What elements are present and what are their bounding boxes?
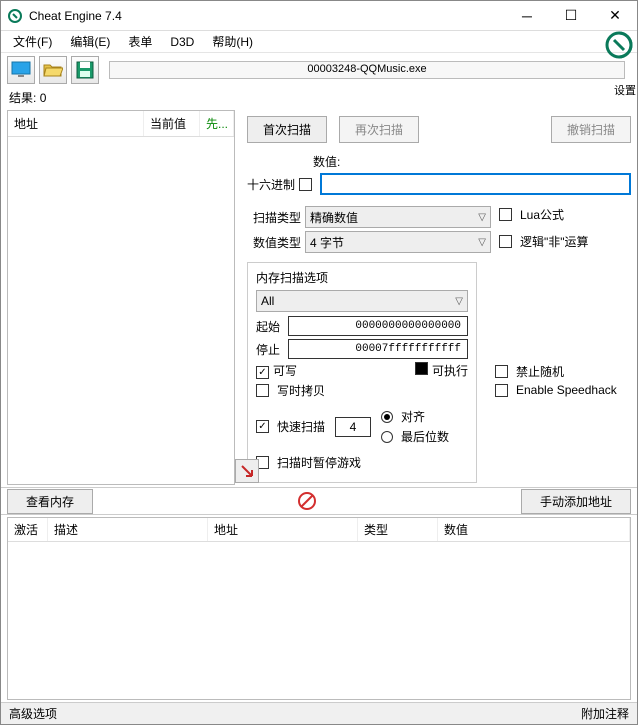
not-checkbox[interactable] xyxy=(499,235,512,248)
pause-game-label: 扫描时暂停游戏 xyxy=(277,454,361,471)
menu-table[interactable]: 表单 xyxy=(120,31,160,52)
speedhack-checkbox[interactable] xyxy=(495,384,508,397)
results-label: 结果: 0 xyxy=(1,87,637,108)
mem-options-label: 内存扫描选项 xyxy=(256,269,468,286)
close-button[interactable]: ✕ xyxy=(593,1,637,30)
open-file-button[interactable] xyxy=(39,56,67,84)
minimize-button[interactable]: ─ xyxy=(505,1,549,30)
monitor-icon xyxy=(11,61,31,79)
not-label: 逻辑"非"运算 xyxy=(520,233,589,250)
writable-checkbox[interactable]: ✓ xyxy=(256,366,269,379)
copy-on-write-label: 写时拷贝 xyxy=(277,382,325,399)
table-extras[interactable]: 附加注释 xyxy=(581,705,629,722)
col-current-value[interactable]: 当前值 xyxy=(144,111,200,136)
process-name: 00003248-QQMusic.exe xyxy=(110,63,624,75)
cheat-table-header: 激活 描述 地址 类型 数值 xyxy=(8,518,630,542)
save-button[interactable] xyxy=(71,56,99,84)
stop-button[interactable] xyxy=(296,490,318,512)
floppy-icon xyxy=(76,61,94,79)
value-input[interactable] xyxy=(320,173,631,195)
chevron-down-icon: ▽ xyxy=(478,212,486,223)
col-previous[interactable]: 先... xyxy=(200,111,234,136)
hex-checkbox[interactable] xyxy=(299,178,312,191)
add-to-list-button[interactable] xyxy=(235,459,259,483)
hex-label: 十六进制 xyxy=(247,176,295,193)
cheat-table[interactable]: 激活 描述 地址 类型 数值 xyxy=(7,517,631,700)
undo-scan-button: 撤销扫描 xyxy=(551,116,631,143)
copy-on-write-checkbox[interactable] xyxy=(256,384,269,397)
menu-help[interactable]: 帮助(H) xyxy=(204,31,261,52)
titlebar: Cheat Engine 7.4 ─ ☐ ✕ xyxy=(1,1,637,31)
main-area: 地址 当前值 先... 首次扫描 再次扫描 撤销扫描 数值: 十六进制 扫描类型 xyxy=(1,108,637,487)
toolbar: 00003248-QQMusic.exe xyxy=(1,53,637,87)
cheat-engine-logo-icon[interactable] xyxy=(604,30,634,60)
folder-open-icon xyxy=(43,61,63,79)
scan-type-label: 扫描类型 xyxy=(247,209,301,226)
memory-scan-options: 内存扫描选项 All ▽ 起始 停止 ✓ 可写 可执行 写时拷贝 xyxy=(247,262,477,483)
last-digits-label: 最后位数 xyxy=(401,428,449,445)
value-type-label: 数值类型 xyxy=(247,234,301,251)
first-scan-button[interactable]: 首次扫描 xyxy=(247,116,327,143)
alignment-radio[interactable] xyxy=(381,411,393,423)
menu-d3d[interactable]: D3D xyxy=(162,33,202,51)
settings-link[interactable]: 设置 xyxy=(614,82,636,98)
menubar: 文件(F) 编辑(E) 表单 D3D 帮助(H) xyxy=(1,31,637,53)
start-address-input[interactable] xyxy=(288,316,468,336)
col-type[interactable]: 类型 xyxy=(358,518,438,541)
results-list[interactable]: 地址 当前值 先... xyxy=(7,110,235,485)
lua-label: Lua公式 xyxy=(520,206,564,223)
executable-label: 可执行 xyxy=(432,364,468,378)
view-memory-button[interactable]: 查看内存 xyxy=(7,489,93,514)
fast-scan-label: 快速扫描 xyxy=(277,418,325,435)
col-address[interactable]: 地址 xyxy=(8,111,144,136)
scan-panel: 首次扫描 再次扫描 撤销扫描 数值: 十六进制 扫描类型 精确数值 ▽ xyxy=(235,108,637,487)
mem-region-select[interactable]: All ▽ xyxy=(256,290,468,312)
fast-scan-checkbox[interactable]: ✓ xyxy=(256,420,269,433)
value-type-select[interactable]: 4 字节 ▽ xyxy=(305,231,491,253)
lua-checkbox[interactable] xyxy=(499,208,512,221)
fast-scan-value[interactable] xyxy=(335,417,371,437)
col-address2[interactable]: 地址 xyxy=(208,518,358,541)
statusbar: 高级选项 附加注释 xyxy=(1,702,637,724)
maximize-button[interactable]: ☐ xyxy=(549,1,593,30)
alignment-label: 对齐 xyxy=(401,408,425,425)
value-label: 数值: xyxy=(313,153,340,170)
writable-label: 可写 xyxy=(273,364,297,378)
manual-add-button[interactable]: 手动添加地址 xyxy=(521,489,631,514)
next-scan-button: 再次扫描 xyxy=(339,116,419,143)
no-random-label: 禁止随机 xyxy=(516,363,564,380)
col-active[interactable]: 激活 xyxy=(8,518,48,541)
executable-checkbox[interactable] xyxy=(415,362,428,375)
process-progress: 00003248-QQMusic.exe xyxy=(109,61,625,79)
no-entry-icon xyxy=(297,491,317,511)
speedhack-label: Enable Speedhack xyxy=(516,383,617,397)
last-digits-radio[interactable] xyxy=(381,431,393,443)
no-random-checkbox[interactable] xyxy=(495,365,508,378)
col-value[interactable]: 数值 xyxy=(438,518,630,541)
arrow-down-right-icon xyxy=(239,463,255,479)
menu-file[interactable]: 文件(F) xyxy=(5,31,60,52)
app-icon xyxy=(7,8,23,24)
col-description[interactable]: 描述 xyxy=(48,518,208,541)
start-label: 起始 xyxy=(256,318,284,335)
window-title: Cheat Engine 7.4 xyxy=(29,9,505,23)
results-count: 0 xyxy=(40,91,47,105)
stop-label: 停止 xyxy=(256,341,284,358)
mid-toolbar: 查看内存 手动添加地址 xyxy=(1,487,637,515)
extra-options: 禁止随机 Enable Speedhack xyxy=(495,360,638,400)
menu-edit[interactable]: 编辑(E) xyxy=(62,31,118,52)
chevron-down-icon: ▽ xyxy=(478,237,486,248)
advanced-options[interactable]: 高级选项 xyxy=(9,705,57,722)
open-process-button[interactable] xyxy=(7,56,35,84)
scan-type-select[interactable]: 精确数值 ▽ xyxy=(305,206,491,228)
stop-address-input[interactable] xyxy=(288,339,468,359)
results-header: 地址 当前值 先... xyxy=(8,111,234,137)
chevron-down-icon: ▽ xyxy=(455,296,463,307)
